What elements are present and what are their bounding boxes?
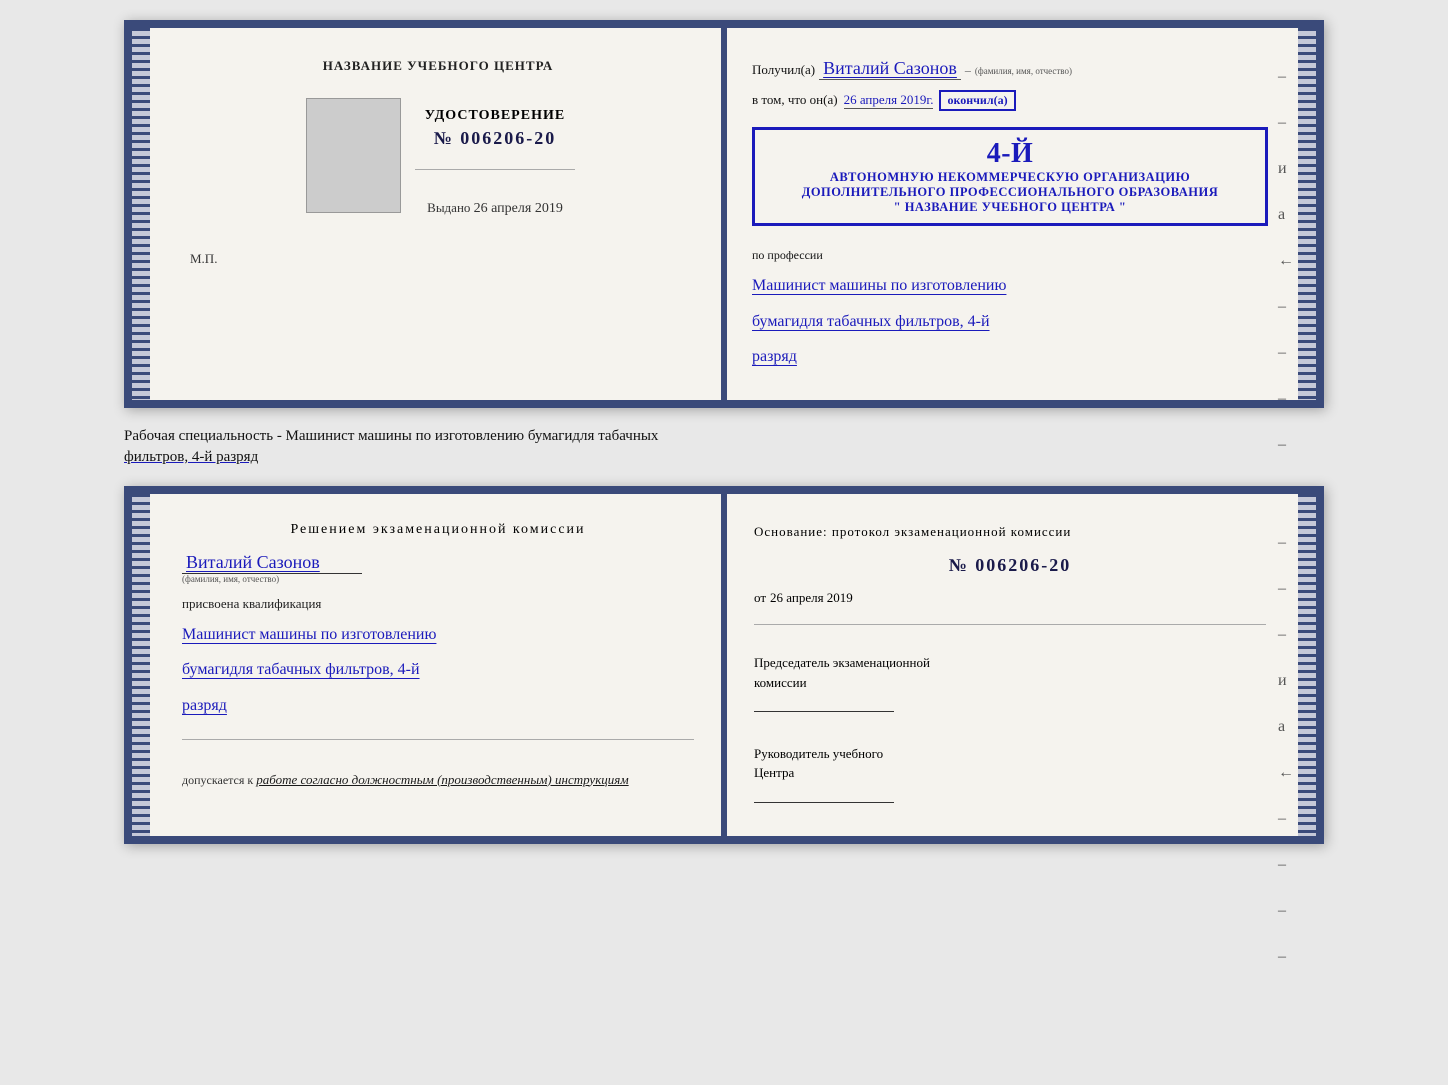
- ot-line: от 26 апреля 2019: [754, 590, 1266, 606]
- poluchil-line: Получил(а) Виталий Сазонов – (фамилия, и…: [752, 58, 1268, 80]
- udost-title: УДОСТОВЕРЕНИЕ: [425, 108, 565, 124]
- osnovanie-title: Основание: протокол экзаменационной коми…: [754, 522, 1266, 542]
- stamp-line2: ДОПОЛНИТЕЛЬНОГО ПРОФЕССИОНАЛЬНОГО ОБРАЗО…: [767, 185, 1253, 200]
- stamp-block: 4-й АВТОНОМНУЮ НЕКОММЕРЧЕСКУЮ ОРГАНИЗАЦИ…: [752, 127, 1268, 226]
- prof-line3: разряд: [752, 344, 1268, 370]
- right-dashes-bottom: – – – и а ← – – – –: [1278, 534, 1294, 966]
- recipient-name-top: Виталий Сазонов: [819, 58, 961, 80]
- dopuskaetsya-text: работе согласно должностным (производств…: [256, 772, 628, 787]
- resheniem-title: Решением экзаменационной комиссии: [182, 522, 694, 538]
- ot-date: 26 апреля 2019: [770, 590, 853, 606]
- top-right-page: Получил(а) Виталий Сазонов – (фамилия, и…: [724, 28, 1316, 400]
- po-professii-label: по профессии: [752, 248, 1268, 263]
- top-diploma-book: НАЗВАНИЕ УЧЕБНОГО ЦЕНТРА УДОСТОВЕРЕНИЕ №…: [124, 20, 1324, 408]
- predsedatel-label2: комиссии: [754, 673, 1266, 693]
- top-center-label: НАЗВАНИЕ УЧЕБНОГО ЦЕНТРА: [323, 58, 554, 74]
- predsedatel-label1: Председатель экзаменационной: [754, 653, 1266, 673]
- photo-placeholder: [306, 98, 401, 213]
- recipient-name-bottom: Виталий Сазонов: [182, 552, 362, 574]
- vtom-line: в том, что он(а) 26 апреля 2019г. окончи…: [752, 90, 1268, 111]
- subtitle-text1: Рабочая специальность - Машинист машины …: [124, 428, 658, 444]
- mp-label: М.П.: [190, 251, 217, 267]
- udost-number: № 006206-20: [425, 128, 565, 149]
- rukovoditel-block: Руководитель учебного Центра: [754, 744, 1266, 809]
- poluchil-label: Получил(а): [752, 62, 815, 78]
- rukovoditel-label1: Руководитель учебного: [754, 744, 1266, 764]
- right-dashes-top: – – и а ← – – – –: [1278, 68, 1294, 454]
- stamp-line1: АВТОНОМНУЮ НЕКОММЕРЧЕСКУЮ ОРГАНИЗАЦИЮ: [767, 170, 1253, 185]
- vydano-line: Выдано 26 апреля 2019: [427, 200, 563, 217]
- subtitle-text2: фильтров, 4-й разряд: [124, 449, 258, 465]
- bottom-right-page: Основание: протокол экзаменационной коми…: [724, 494, 1316, 837]
- ot-label: от: [754, 590, 766, 606]
- qual-line2: бумагидля табачных фильтров, 4-й: [182, 657, 694, 683]
- prof-line2: бумагидля табачных фильтров, 4-й: [752, 309, 1268, 335]
- rukovoditel-signature: [754, 783, 894, 803]
- dopuskaetsya-block: допускается к работе согласно должностны…: [182, 770, 694, 790]
- bottom-left-page: Решением экзаменационной комиссии Витали…: [132, 494, 724, 837]
- dopuskaetsya-label: допускается к: [182, 773, 253, 787]
- qual-line1: Машинист машины по изготовлению: [182, 622, 694, 648]
- vydano-label: Выдано: [427, 200, 470, 215]
- predsedatel-block: Председатель экзаменационной комиссии: [754, 653, 1266, 718]
- vydano-date: 26 апреля 2019: [474, 201, 563, 216]
- completion-date-top: 26 апреля 2019г.: [844, 92, 934, 109]
- rukovoditel-label2: Центра: [754, 763, 1266, 783]
- stamp-line3: " НАЗВАНИЕ УЧЕБНОГО ЦЕНТРА ": [767, 200, 1253, 215]
- stamp-highlight: 4-й: [987, 138, 1034, 170]
- subtitle-block: Рабочая специальность - Машинист машины …: [124, 426, 1324, 468]
- bottom-diploma-book: Решением экзаменационной комиссии Витали…: [124, 486, 1324, 845]
- vtom-label: в том, что он(а): [752, 92, 838, 108]
- prof-line1: Машинист машины по изготовлению: [752, 273, 1268, 299]
- protocol-number-bottom: № 006206-20: [754, 555, 1266, 576]
- person-name-block-bottom: Виталий Сазонов (фамилия, имя, отчество): [182, 552, 694, 584]
- fio-caption-top: (фамилия, имя, отчество): [975, 66, 1072, 76]
- prisvoyena-label: присвоена квалификация: [182, 596, 694, 612]
- okonchil-label: окончил(а): [939, 90, 1015, 111]
- qual-line3: разряд: [182, 693, 694, 719]
- predsedatel-signature: [754, 692, 894, 712]
- udost-block: УДОСТОВЕРЕНИЕ № 006206-20: [425, 108, 565, 149]
- top-left-page: НАЗВАНИЕ УЧЕБНОГО ЦЕНТРА УДОСТОВЕРЕНИЕ №…: [132, 28, 724, 400]
- fio-caption-bottom: (фамилия, имя, отчество): [182, 574, 279, 584]
